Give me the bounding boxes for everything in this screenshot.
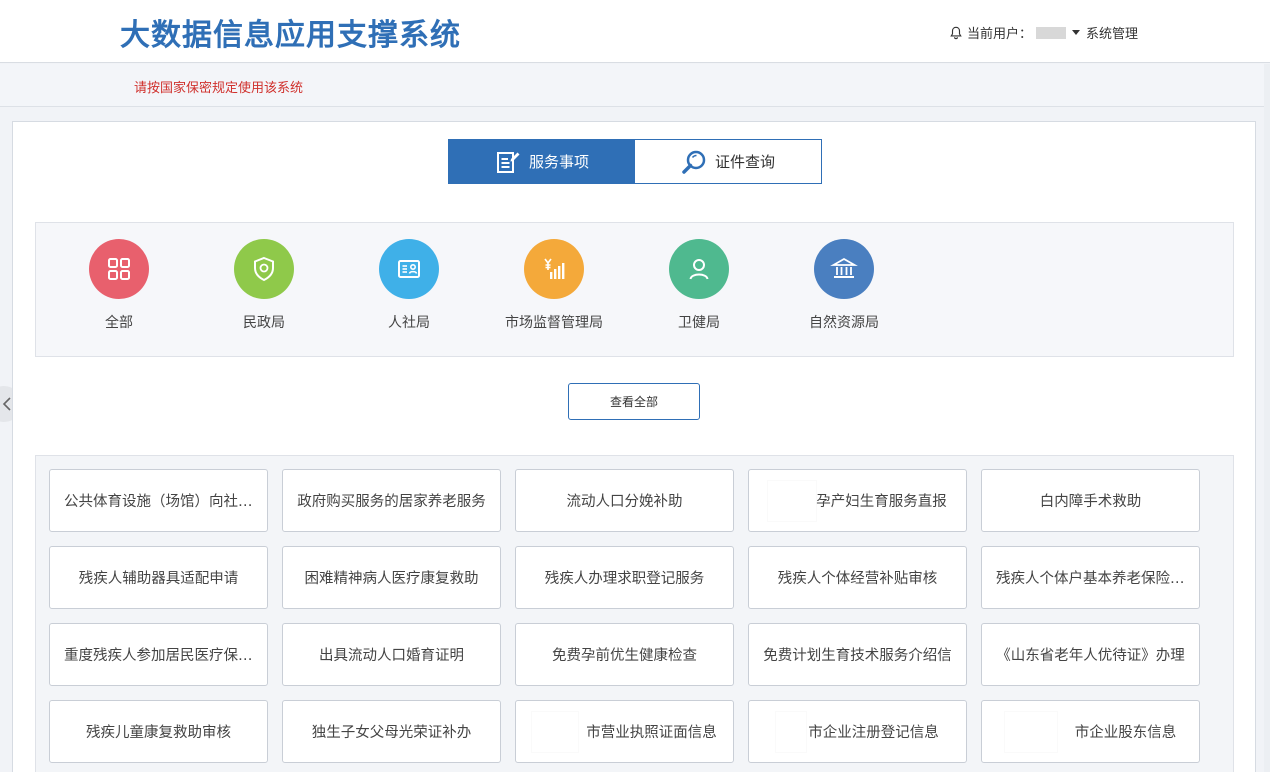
service-item-label: 重度残疾人参加居民医疗保险补贴 <box>64 648 253 664</box>
tab-label: 证件查询 <box>714 153 775 171</box>
service-item[interactable]: 重度残疾人参加居民医疗保险补贴 <box>49 623 268 686</box>
service-item[interactable]: 白内障手术救助 <box>981 469 1200 532</box>
service-items-grid: 公共体育设施（场馆）向社会开放 政府购买服务的居家养老服务 流动人口分娩补助 孕… <box>35 455 1234 772</box>
service-item-label: 独生子女父母光荣证补办 <box>311 725 472 741</box>
search-icon <box>682 150 706 174</box>
service-item-label: 孕产妇生育服务直报 <box>816 494 947 510</box>
service-item[interactable]: 市营业执照证面信息 <box>515 700 734 763</box>
bank-icon <box>830 257 858 278</box>
service-item-label: 免费计划生育技术服务介绍信 <box>763 648 952 664</box>
service-item[interactable]: 免费计划生育技术服务介绍信 <box>748 623 967 686</box>
current-user-label: 当前用户： <box>966 27 1032 42</box>
service-item[interactable]: 残疾人个体户基本养老保险补贴 <box>981 546 1200 609</box>
shield-icon <box>254 256 274 282</box>
service-item[interactable]: 公共体育设施（场馆）向社会开放 <box>49 469 268 532</box>
dept-label: 自然资源局 <box>809 315 879 331</box>
service-item-label: 残疾人个体户基本养老保险补贴 <box>996 571 1185 587</box>
dept-natural-resources[interactable]: 自然资源局 <box>779 239 909 332</box>
tab-service-items[interactable]: 服务事项 <box>449 140 635 183</box>
view-all-button[interactable]: 查看全部 <box>568 383 700 420</box>
service-item[interactable]: 困难精神病人医疗康复救助 <box>282 546 501 609</box>
service-item-label: 市营业执照证面信息 <box>586 725 717 741</box>
dept-human-resources[interactable]: 人社局 <box>344 239 474 332</box>
redacted-region <box>532 711 579 752</box>
service-item[interactable]: 市企业注册登记信息 <box>748 700 967 763</box>
service-item[interactable]: 残疾儿童康复救助审核 <box>49 700 268 763</box>
app-header: 大数据信息应用支撑系统 当前用户： 系统管理 <box>0 0 1270 63</box>
scrollbar[interactable] <box>1264 64 1270 772</box>
dept-circle <box>234 239 294 299</box>
service-item-label: 困难精神病人医疗康复救助 <box>304 571 479 587</box>
grid-icon <box>108 258 130 280</box>
id-card-icon <box>398 260 420 278</box>
dept-circle <box>379 239 439 299</box>
tab-label: 服务事项 <box>528 153 589 171</box>
app-title: 大数据信息应用支撑系统 <box>120 18 461 53</box>
service-item-label: 残疾人个体经营补贴审核 <box>777 571 938 587</box>
dept-label: 卫健局 <box>678 315 720 331</box>
service-item[interactable]: 孕产妇生育服务直报 <box>748 469 967 532</box>
dept-all[interactable]: 全部 <box>54 239 184 332</box>
service-item-label: 残疾儿童康复救助审核 <box>86 725 231 741</box>
security-notice: 请按国家保密规定使用该系统 <box>134 81 304 96</box>
service-item[interactable]: 出具流动人口婚育证明 <box>282 623 501 686</box>
chevron-left-icon <box>2 397 11 411</box>
main-panel: 服务事项 证件查询 全部 民政局 人社局 市场监督管理局 卫健局 自然资源局 查… <box>12 121 1256 772</box>
dept-market-supervision[interactable]: 市场监督管理局 <box>489 239 619 332</box>
department-filter: 全部 民政局 人社局 市场监督管理局 卫健局 自然资源局 <box>35 222 1234 357</box>
tab-bar: 服务事项 证件查询 <box>448 139 822 184</box>
service-item[interactable]: 流动人口分娩补助 <box>515 469 734 532</box>
service-item-label: 市企业股东信息 <box>1074 725 1177 741</box>
dept-circle <box>814 239 874 299</box>
service-item-label: 《山东省老年人优待证》办理 <box>996 648 1185 664</box>
chevron-down-icon[interactable] <box>1071 30 1080 35</box>
bell-icon[interactable] <box>949 26 963 40</box>
service-item[interactable]: 市企业股东信息 <box>981 700 1200 763</box>
edit-document-icon <box>496 151 520 173</box>
tab-certificate-query[interactable]: 证件查询 <box>635 140 821 183</box>
service-item[interactable]: 残疾人个体经营补贴审核 <box>748 546 967 609</box>
dept-circle <box>89 239 149 299</box>
service-item[interactable]: 政府购买服务的居家养老服务 <box>282 469 501 532</box>
service-item[interactable]: 残疾人办理求职登记服务 <box>515 546 734 609</box>
service-item-label: 市企业注册登记信息 <box>808 725 939 741</box>
dept-label: 民政局 <box>243 315 285 331</box>
service-item[interactable]: 残疾人辅助器具适配申请 <box>49 546 268 609</box>
service-item[interactable]: 独生子女父母光荣证补办 <box>282 700 501 763</box>
service-item-label: 白内障手术救助 <box>1039 494 1142 510</box>
user-role: 系统管理 <box>1085 27 1138 42</box>
service-item-label: 残疾人辅助器具适配申请 <box>78 571 239 587</box>
redacted-region <box>776 711 807 752</box>
notice-bar: 请按国家保密规定使用该系统 <box>0 64 1270 107</box>
dept-label: 全部 <box>105 315 133 331</box>
service-item[interactable]: 免费孕前优生健康检查 <box>515 623 734 686</box>
service-item-label: 出具流动人口婚育证明 <box>319 648 464 664</box>
user-name-redacted <box>1035 26 1066 39</box>
redacted-region <box>1004 711 1057 752</box>
service-item-label: 残疾人办理求职登记服务 <box>544 571 705 587</box>
service-item-label: 流动人口分娩补助 <box>566 494 683 510</box>
yuan-chart-icon <box>544 258 565 279</box>
dept-health[interactable]: 卫健局 <box>634 239 764 332</box>
dept-civil-affairs[interactable]: 民政局 <box>199 239 329 332</box>
service-item-label: 政府购买服务的居家养老服务 <box>297 494 486 510</box>
service-item[interactable]: 《山东省老年人优待证》办理 <box>981 623 1200 686</box>
dept-circle <box>669 239 729 299</box>
service-item-label: 公共体育设施（场馆）向社会开放 <box>64 494 253 510</box>
redacted-region <box>768 480 817 521</box>
user-menu[interactable]: 当前用户： 系统管理 <box>949 23 1138 42</box>
dept-circle <box>524 239 584 299</box>
dept-label: 市场监督管理局 <box>505 315 603 331</box>
service-item-label: 免费孕前优生健康检查 <box>552 648 697 664</box>
dept-label: 人社局 <box>388 315 430 331</box>
person-icon <box>689 259 709 280</box>
